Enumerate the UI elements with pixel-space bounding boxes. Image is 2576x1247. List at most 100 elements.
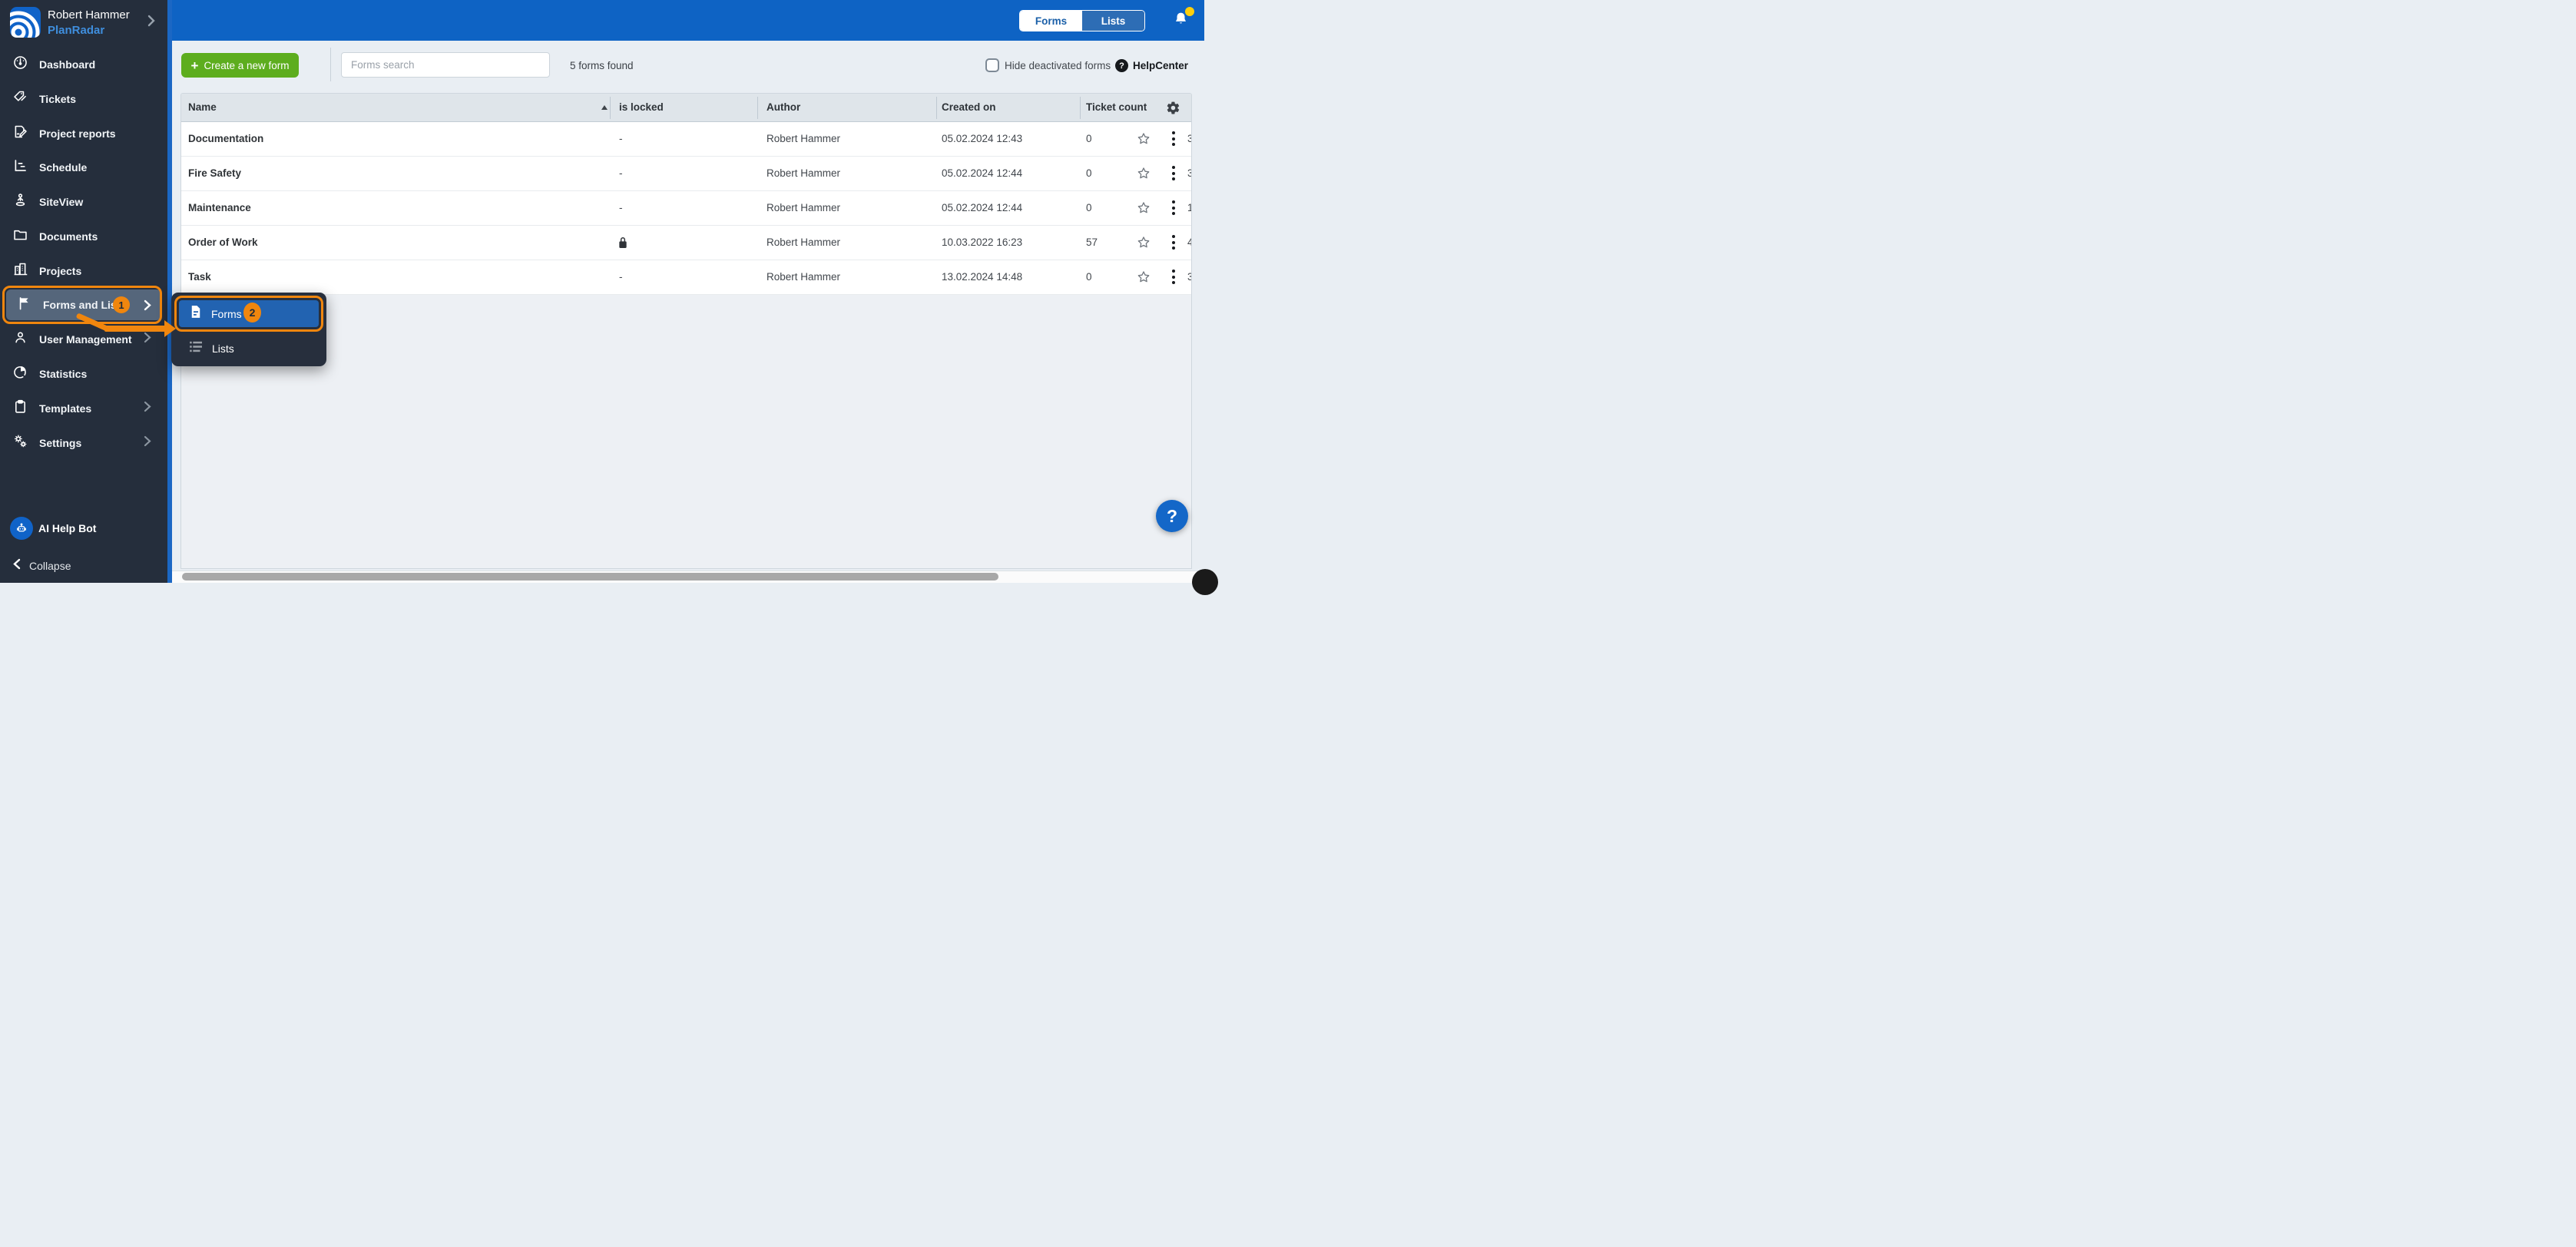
clipped-column-value: 3 (1187, 271, 1192, 283)
chevron-right-icon (143, 401, 152, 416)
flyout-item-lists[interactable]: Lists (171, 330, 326, 366)
sidebar-item-tickets[interactable]: Tickets (0, 84, 167, 114)
sidebar-item-label: Dashboard (39, 58, 95, 71)
gears-icon (12, 433, 28, 453)
sidebar-item-statistics[interactable]: Statistics (0, 359, 167, 389)
toggle-forms-button[interactable]: Forms (1020, 11, 1082, 31)
sidebar-item-dashboard[interactable]: Dashboard (0, 49, 167, 80)
flyout-item-label: Lists (212, 342, 234, 355)
column-header-is-locked[interactable]: is locked (619, 101, 664, 113)
ai-help-bot-label[interactable]: AI Help Bot (38, 522, 96, 534)
sidebar: Robert Hammer PlanRadar Dashboard Ticket… (0, 0, 167, 583)
sidebar-item-label: Statistics (39, 368, 87, 380)
sidebar-item-templates[interactable]: Templates (0, 393, 167, 424)
ticket-count-value: 0 (1086, 271, 1092, 283)
sidebar-item-label: Project reports (39, 127, 116, 140)
annotation-step-badge-1: 1 (113, 296, 130, 313)
horizontal-scrollbar-thumb[interactable] (182, 573, 998, 580)
sidebar-item-label: Tickets (39, 93, 76, 105)
sidebar-item-documents[interactable]: Documents (0, 221, 167, 252)
user-name: Robert Hammer (48, 8, 130, 22)
sidebar-item-projects[interactable]: Projects (0, 256, 167, 286)
help-center-label[interactable]: HelpCenter (1133, 60, 1188, 71)
favorite-star-icon[interactable] (1136, 131, 1151, 150)
column-divider (610, 97, 611, 119)
column-divider (936, 97, 937, 119)
table-row[interactable]: Fire Safety - Robert Hammer 05.02.2024 1… (181, 157, 1191, 191)
results-count: 5 forms found (570, 60, 634, 71)
column-header-ticket-count[interactable]: Ticket count (1086, 101, 1157, 113)
forms-search-input[interactable] (341, 52, 550, 78)
sidebar-item-label: Templates (39, 402, 91, 415)
flyout-item-label: Forms (211, 308, 242, 320)
row-menu-kebab-icon[interactable] (1171, 270, 1176, 287)
sidebar-item-schedule[interactable]: Schedule (0, 152, 167, 183)
sidebar-item-label: Settings (39, 437, 81, 449)
row-menu-kebab-icon[interactable] (1171, 131, 1176, 149)
hide-deactivated-label[interactable]: Hide deactivated forms (1005, 60, 1111, 71)
siteview-icon (12, 192, 28, 212)
form-name: Maintenance (188, 202, 251, 213)
sidebar-item-label: Schedule (39, 161, 87, 174)
chevron-left-icon (12, 558, 22, 574)
annotation-arrow-shaft (104, 326, 166, 332)
collapse-button[interactable]: Collapse (12, 558, 71, 574)
ticket-count-value: 57 (1086, 237, 1098, 248)
chevron-right-icon (143, 299, 152, 315)
created-on-value: 05.02.2024 12:43 (942, 133, 1022, 144)
report-icon (12, 124, 28, 144)
notification-unread-dot (1185, 7, 1194, 16)
sidebar-item-settings[interactable]: Settings (0, 428, 167, 458)
create-new-form-button[interactable]: + Create a new form (181, 53, 299, 78)
row-menu-kebab-icon[interactable] (1171, 166, 1176, 184)
buildings-icon (12, 261, 28, 281)
is-locked-value: - (619, 271, 623, 283)
user-org: PlanRadar (48, 24, 104, 37)
schedule-icon (12, 157, 28, 177)
favorite-star-icon[interactable] (1136, 200, 1151, 220)
favorite-star-icon[interactable] (1136, 166, 1151, 185)
clipped-column-value: 3 (1187, 133, 1192, 144)
column-divider (757, 97, 758, 119)
toggle-lists-button[interactable]: Lists (1082, 11, 1144, 31)
column-header-author[interactable]: Author (767, 101, 800, 113)
hide-deactivated-checkbox[interactable] (985, 58, 999, 72)
created-on-value: 05.02.2024 12:44 (942, 202, 1022, 213)
column-header-name[interactable]: Name (188, 101, 217, 113)
sidebar-item-label: Documents (39, 230, 98, 243)
create-new-form-label: Create a new form (204, 60, 289, 71)
created-on-value: 10.03.2022 16:23 (942, 237, 1022, 248)
table-header-row: Name is locked Author Created on Ticket … (181, 94, 1191, 122)
form-document-icon (190, 305, 202, 322)
created-on-value: 13.02.2024 14:48 (942, 271, 1022, 283)
planradar-logo-icon (10, 7, 41, 38)
collapse-label: Collapse (29, 560, 71, 572)
is-locked-value: - (619, 167, 623, 179)
sidebar-item-label: User Management (39, 333, 132, 346)
sidebar-item-siteview[interactable]: SiteView (0, 187, 167, 217)
table-row[interactable]: Documentation - Robert Hammer 05.02.2024… (181, 122, 1191, 157)
ai-help-bot-icon[interactable] (10, 517, 33, 540)
corner-widget (1192, 569, 1218, 595)
column-settings-gear-icon[interactable] (1166, 101, 1180, 119)
column-divider (1080, 97, 1081, 119)
sidebar-item-project-reports[interactable]: Project reports (0, 118, 167, 149)
sort-ascending-icon[interactable] (601, 105, 608, 110)
chevron-right-icon[interactable] (146, 14, 157, 31)
help-center-icon[interactable]: ? (1115, 59, 1128, 72)
author-value: Robert Hammer (767, 237, 840, 248)
toolbar-divider (330, 48, 331, 81)
column-header-created-on[interactable]: Created on (942, 101, 996, 113)
row-menu-kebab-icon[interactable] (1171, 200, 1176, 218)
favorite-star-icon[interactable] (1136, 270, 1151, 289)
table-row[interactable]: Maintenance - Robert Hammer 05.02.2024 1… (181, 191, 1191, 226)
favorite-star-icon[interactable] (1136, 235, 1151, 254)
row-menu-kebab-icon[interactable] (1171, 235, 1176, 253)
table-row[interactable]: Task - Robert Hammer 13.02.2024 14:48 0 … (181, 260, 1191, 295)
author-value: Robert Hammer (767, 167, 840, 179)
table-row[interactable]: Order of Work Robert Hammer 10.03.2022 1… (181, 226, 1191, 260)
clipped-column-value: 1 (1187, 202, 1192, 213)
created-on-value: 05.02.2024 12:44 (942, 167, 1022, 179)
sidebar-item-label: Projects (39, 265, 81, 277)
floating-help-button[interactable]: ? (1156, 500, 1188, 532)
